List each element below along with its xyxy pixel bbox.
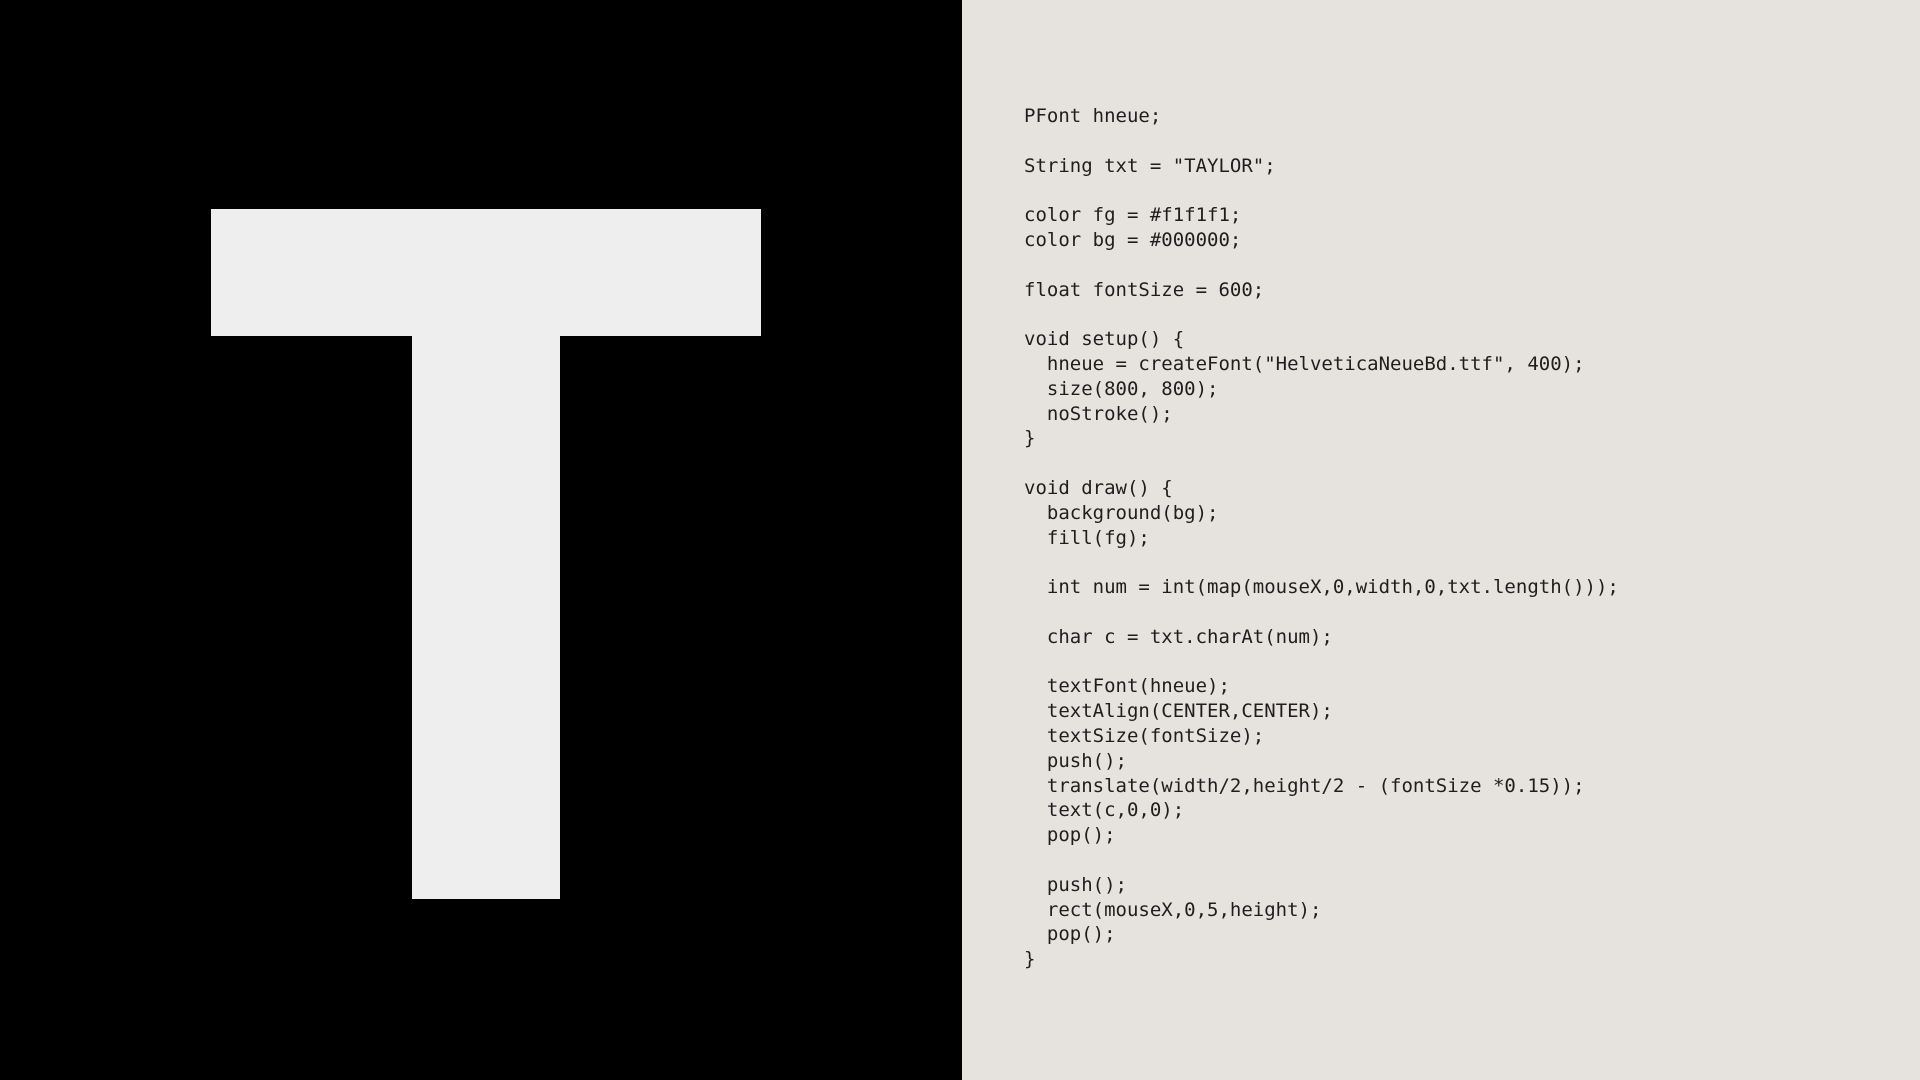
code-line: textAlign(CENTER,CENTER);: [1024, 700, 1333, 723]
letter-t-crossbar: [211, 209, 761, 336]
code-line: PFont hneue;: [1024, 105, 1162, 127]
code-line: push();: [1024, 873, 1127, 896]
code-line: background(bg);: [1024, 501, 1219, 524]
sketch-canvas[interactable]: [0, 0, 962, 1080]
code-line: void draw() {: [1024, 476, 1173, 499]
code-line: translate(width/2,height/2 - (fontSize *…: [1024, 774, 1585, 797]
code-line: fill(fg);: [1024, 526, 1150, 549]
code-listing: PFont hneue; String txt = "TAYLOR"; color …: [1024, 104, 1619, 972]
letter-t-stem: [412, 335, 560, 899]
code-line: rect(mouseX,0,5,height);: [1024, 898, 1322, 921]
code-line: String txt = "TAYLOR";: [1024, 154, 1276, 177]
code-line: }: [1024, 427, 1036, 450]
code-line: hneue = createFont("HelveticaNeueBd.ttf"…: [1024, 352, 1585, 375]
code-line: push();: [1024, 749, 1127, 772]
code-line: }: [1024, 948, 1036, 971]
code-line: void setup() {: [1024, 328, 1185, 351]
code-line: size(800, 800);: [1024, 377, 1219, 400]
code-line: color bg = #000000;: [1024, 228, 1242, 251]
code-line: textFont(hneue);: [1024, 675, 1230, 698]
code-line: pop();: [1024, 824, 1116, 847]
code-line: noStroke();: [1024, 402, 1173, 425]
code-panel: PFont hneue; String txt = "TAYLOR"; color …: [962, 0, 1920, 1080]
code-line: int num = int(map(mouseX,0,width,0,txt.l…: [1024, 576, 1619, 599]
code-line: char c = txt.charAt(num);: [1024, 625, 1333, 648]
code-line: textSize(fontSize);: [1024, 724, 1265, 747]
code-line: pop();: [1024, 923, 1116, 946]
code-line: text(c,0,0);: [1024, 799, 1185, 822]
code-line: float fontSize = 600;: [1024, 278, 1265, 301]
code-line: color fg = #f1f1f1;: [1024, 204, 1242, 227]
